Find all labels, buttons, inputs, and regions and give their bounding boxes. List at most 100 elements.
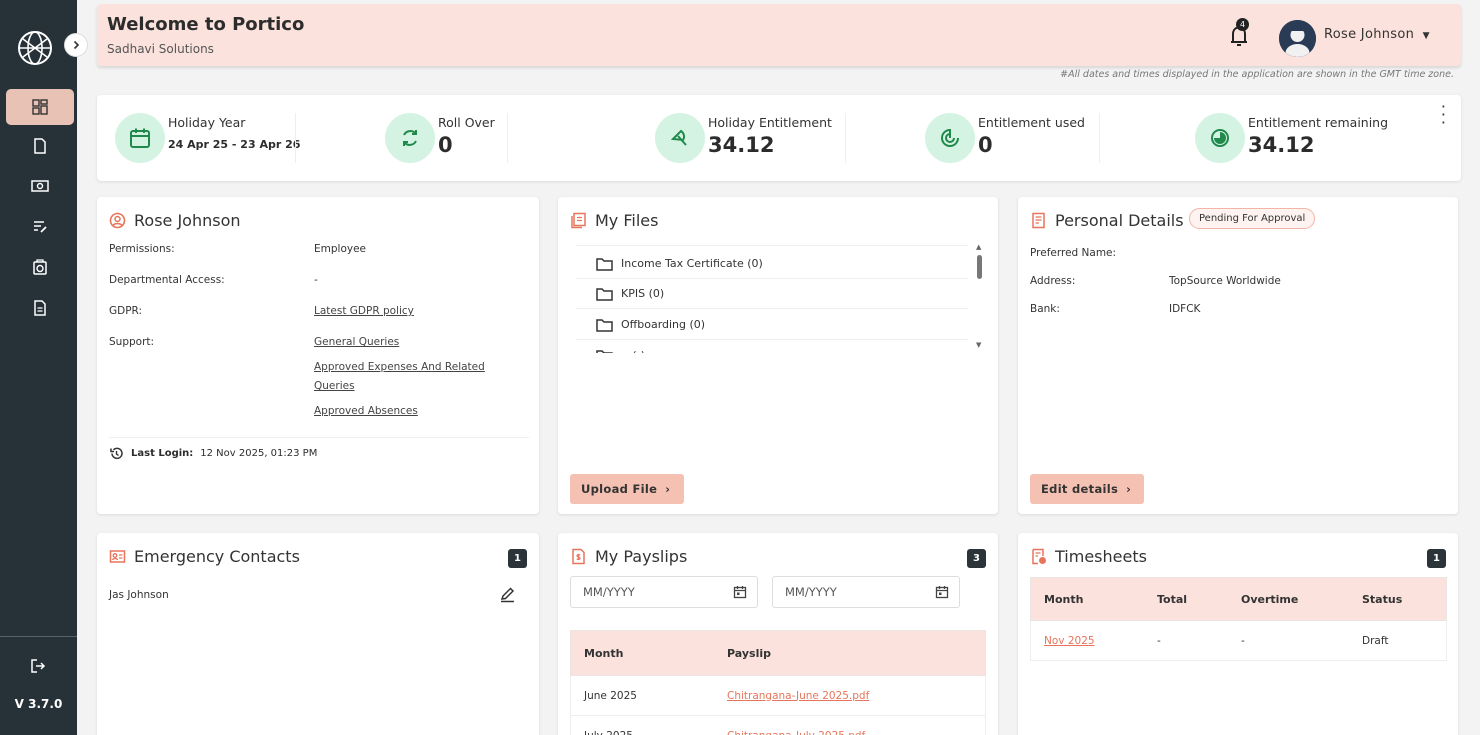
sidebar-collapse-button[interactable] <box>64 33 88 57</box>
dept-access-label: Departmental Access: <box>109 274 225 286</box>
dashboard-icon <box>32 99 48 115</box>
expenses-queries-link[interactable]: Approved Expenses And Related <box>314 361 485 373</box>
timesheets-title: Timesheets <box>1055 547 1147 566</box>
emergency-count-badge: 1 <box>508 549 527 568</box>
user-menu[interactable]: Rose Johnson ▼ <box>1324 27 1430 42</box>
company-name: Sadhavi Solutions <box>107 42 214 56</box>
payslip-from-date-input[interactable]: MM/YYYY <box>570 576 758 608</box>
folder-icon <box>596 318 613 332</box>
my-files-title: My Files <box>595 211 659 230</box>
emergency-contacts-title: Emergency Contacts <box>134 547 300 566</box>
folder-item[interactable]: -- (-) <box>576 341 968 353</box>
preferred-name-label: Preferred Name: <box>1030 247 1117 259</box>
sidebar-item-forms[interactable] <box>6 209 74 245</box>
folder-icon <box>596 287 613 301</box>
avatar[interactable] <box>1279 20 1316 57</box>
page-header: Welcome to Portico Sadhavi Solutions 4 R… <box>97 4 1461 66</box>
table-row: June 2025 Chitrangana-June 2025.pdf <box>570 676 986 716</box>
timesheets-table-header: Month Total Overtime Status <box>1030 577 1447 621</box>
notification-count-badge: 4 <box>1236 18 1249 31</box>
table-row: July 2025 Chitrangana-July 2025.pdf <box>570 716 986 735</box>
emergency-contacts-card: Emergency Contacts 1 Jas Johnson <box>97 533 539 735</box>
my-payslips-title: My Payslips <box>595 547 688 566</box>
folder-item[interactable]: KPIS (0) <box>576 279 968 309</box>
sidebar-item-security[interactable] <box>6 249 74 285</box>
holiday-stats-card: Holiday Year 24 Apr 25 - 23 Apr 26 Roll … <box>97 95 1461 181</box>
last-login-value: 12 Nov 2025, 01:23 PM <box>200 448 318 459</box>
app-version: V 3.7.0 <box>14 697 63 711</box>
calendar-icon <box>130 128 150 148</box>
calendar-icon[interactable] <box>733 585 747 599</box>
bank-label: Bank: <box>1030 303 1060 315</box>
personal-details-title: Personal Details <box>1055 211 1184 230</box>
address-value: TopSource Worldwide <box>1169 275 1281 287</box>
stat-label: Entitlement used <box>978 115 1085 130</box>
payslip-to-date-input[interactable]: MM/YYYY <box>772 576 960 608</box>
sidebar-divider <box>0 636 77 637</box>
last-login: Last Login: 12 Nov 2025, 01:23 PM <box>109 446 317 461</box>
personal-details-card: Personal Details Pending For Approval Pr… <box>1018 197 1458 514</box>
sidebar-item-payments[interactable] <box>6 168 74 204</box>
payslip-file-link[interactable]: Chitrangana-June 2025.pdf <box>727 676 869 715</box>
timezone-note: #All dates and times displayed in the ap… <box>1060 69 1454 80</box>
timesheet-month-link[interactable]: Nov 2025 <box>1044 621 1095 660</box>
edit-pencil-icon[interactable] <box>499 586 516 603</box>
logout-icon <box>31 659 46 673</box>
stat-value: 0 <box>438 133 453 157</box>
stat-label: Holiday Entitlement <box>708 115 832 130</box>
chevron-right-icon: › <box>1126 482 1132 496</box>
sidebar-item-documents[interactable] <box>6 128 74 164</box>
upload-file-button[interactable]: Upload File › <box>570 474 684 504</box>
profile-card: Rose Johnson Permissions: Employee Depar… <box>97 197 539 514</box>
scrollbar-thumb[interactable] <box>977 255 982 279</box>
payments-icon <box>31 180 49 192</box>
stat-label: Entitlement remaining <box>1248 115 1389 130</box>
calendar-icon[interactable] <box>935 585 949 599</box>
globe-logo-icon[interactable] <box>15 28 55 68</box>
details-icon <box>1032 212 1045 229</box>
scroll-down-icon[interactable]: ▼ <box>976 341 981 349</box>
contact-name: Jas Johnson <box>109 589 169 601</box>
folder-icon <box>596 257 613 271</box>
support-label: Support: <box>109 336 155 348</box>
bank-value: IDFCK <box>1169 303 1201 315</box>
report-icon <box>34 300 46 316</box>
gdpr-policy-link[interactable]: Latest GDPR policy <box>314 305 414 317</box>
payslips-table-header: Month Payslip <box>570 630 986 676</box>
dept-access-value: - <box>314 274 318 286</box>
beach-icon <box>670 129 687 146</box>
folder-icon <box>596 349 613 353</box>
target-icon <box>941 129 959 147</box>
payslip-file-link[interactable]: Chitrangana-July 2025.pdf <box>727 716 865 735</box>
sidebar-item-reports[interactable] <box>6 290 74 326</box>
sidebar-item-dashboard[interactable] <box>6 89 74 125</box>
folder-item[interactable]: Offboarding (0) <box>576 310 968 340</box>
stat-value: 24 Apr 25 - 23 Apr 26 <box>168 138 301 151</box>
last-login-label: Last Login: <box>131 448 194 459</box>
document-icon <box>34 138 46 154</box>
timesheet-icon <box>1032 548 1046 565</box>
expenses-queries-link-cont[interactable]: Queries <box>314 380 355 392</box>
files-icon <box>571 212 586 229</box>
chevron-right-icon <box>73 40 80 50</box>
folder-scrollbar[interactable]: ▲ ▼ <box>974 243 986 353</box>
permissions-label: Permissions: <box>109 243 175 255</box>
scroll-up-icon[interactable]: ▲ <box>976 243 981 251</box>
table-row: Nov 2025 - - Draft <box>1030 621 1447 661</box>
gdpr-label: GDPR: <box>109 305 143 317</box>
stat-value: 34.12 <box>708 133 775 157</box>
more-options-icon[interactable]: · · · <box>1441 99 1446 131</box>
timesheets-count-badge: 1 <box>1427 549 1446 568</box>
camera-icon <box>33 259 47 275</box>
folder-item[interactable]: Income Tax Certificate (0) <box>576 249 968 279</box>
payslip-icon <box>572 548 585 565</box>
edit-details-button[interactable]: Edit details › <box>1030 474 1144 504</box>
stat-value: 0 <box>978 133 993 157</box>
logout-button[interactable] <box>24 654 52 678</box>
user-name: Rose Johnson <box>1324 27 1415 42</box>
pie-chart-icon <box>1211 129 1229 147</box>
approved-absences-link[interactable]: Approved Absences <box>314 405 418 417</box>
payslips-count-badge: 3 <box>967 549 986 568</box>
sidebar: V 3.7.0 <box>0 0 77 735</box>
general-queries-link[interactable]: General Queries <box>314 336 399 348</box>
